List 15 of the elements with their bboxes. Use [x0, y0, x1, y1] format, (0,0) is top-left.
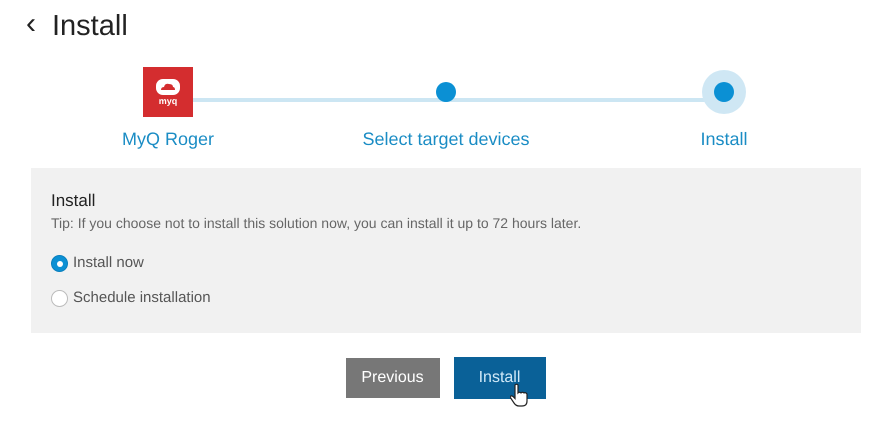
step-label: Select target devices [362, 128, 530, 150]
step-label: MyQ Roger [122, 128, 214, 150]
radio-label: Install now [73, 253, 144, 274]
panel-title: Install [51, 190, 96, 212]
app-logo: myq [143, 67, 193, 117]
install-button[interactable]: Install [454, 358, 544, 398]
pointer-hand-icon [510, 383, 528, 407]
tip-text: Tip: If you choose not to install this solution now, you can install it up to 72 hours later. [51, 214, 582, 234]
radio-button[interactable] [51, 255, 68, 272]
radio-button[interactable] [51, 290, 68, 306]
step-label: Install [700, 128, 748, 150]
previous-button[interactable]: Previous [346, 358, 440, 398]
back-icon[interactable]: ‹ [26, 9, 36, 39]
radio-label: Schedule installation [73, 288, 211, 308]
page-title: Install [52, 12, 128, 40]
